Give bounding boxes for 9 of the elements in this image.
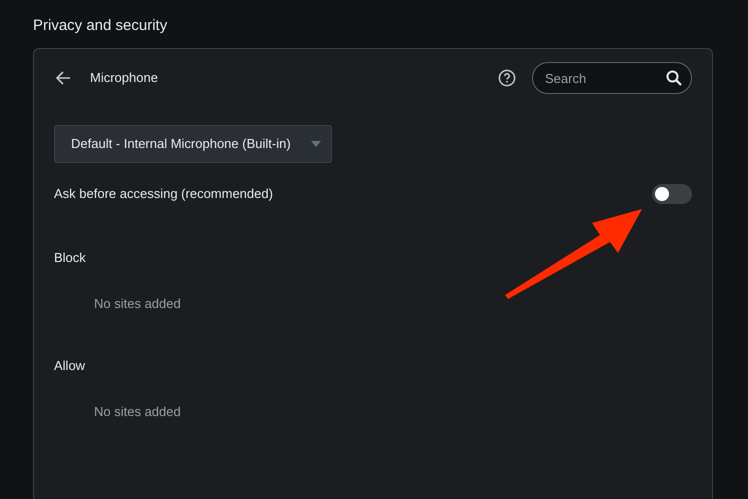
empty-message: No sites added	[94, 403, 182, 421]
microphone-dropdown[interactable]: Default - Internal Microphone (Built-in)	[54, 125, 332, 163]
empty-message: No sites added	[94, 295, 182, 313]
section-heading: Block	[54, 249, 87, 267]
setting-label: Ask before accessing (recommended)	[54, 185, 273, 204]
page-heading: Microphone	[90, 69, 158, 88]
section-heading: Allow	[54, 357, 86, 375]
page-title: Privacy and security	[33, 16, 168, 36]
search-field[interactable]: Search	[532, 62, 692, 94]
